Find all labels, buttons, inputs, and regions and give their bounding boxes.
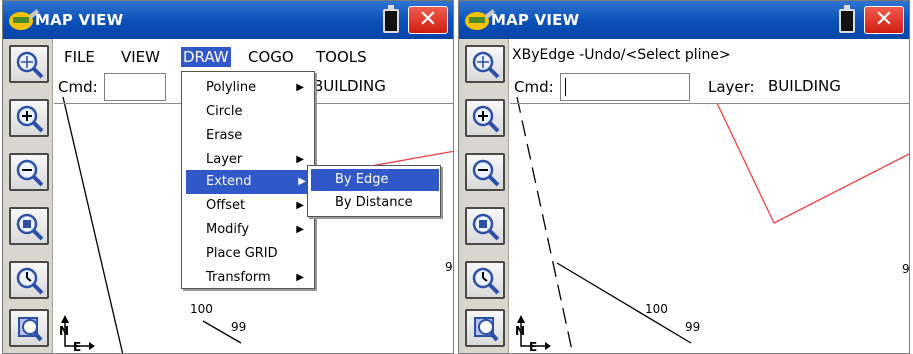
layer-label: Layer: (708, 78, 755, 96)
menu-view[interactable]: VIEW (119, 47, 162, 67)
submenu-item-by-edge[interactable]: By Edge (311, 169, 439, 191)
menu-item-polyline[interactable]: Polyline ▶ (182, 76, 314, 100)
layer-value[interactable]: BUILDING (313, 77, 386, 95)
menu-item-place-grid[interactable]: Place GRID (182, 242, 314, 266)
cmd-label: Cmd: (514, 78, 554, 96)
canvas-border (510, 103, 909, 353)
menu-item-offset[interactable]: Offset ▶ (182, 194, 314, 218)
menu-tools[interactable]: TOOLS (314, 47, 369, 67)
extend-submenu: By Edge By Distance (307, 165, 441, 217)
menu-item-circle[interactable]: Circle (182, 100, 314, 124)
draw-dropdown-menu: Polyline ▶ Circle Erase Layer ▶ Extend ▶ Of… (181, 71, 315, 289)
cmd-input[interactable] (104, 73, 166, 101)
command-prompt: XByEdge -Undo/<Select pline> (512, 47, 731, 63)
left-screen: MAP VIEW ✕ 100 99 9 N E FILE VIEW DRAW C… (2, 0, 454, 354)
right-screen: MAP VIEW ✕ 100 99 9 N E XByEdge -Undo/<S… (458, 0, 910, 354)
cmd-label: Cmd: (58, 78, 98, 96)
menu-item-extend[interactable]: Extend ▶ (186, 170, 312, 194)
cmd-input[interactable] (560, 73, 690, 101)
menu-item-transform[interactable]: Transform ▶ (182, 266, 314, 290)
submenu-item-by-distance[interactable]: By Distance (311, 192, 439, 214)
menu-cogo[interactable]: COGO (246, 47, 296, 67)
text-cursor (565, 78, 566, 96)
menu-draw[interactable]: DRAW (181, 47, 231, 67)
menu-file[interactable]: FILE (62, 47, 97, 67)
menu-item-modify[interactable]: Modify ▶ (182, 218, 314, 242)
command-row: Cmd: Layer: BUILDING (512, 73, 905, 101)
menu-item-erase[interactable]: Erase (182, 124, 314, 148)
menu-item-layer[interactable]: Layer ▶ (182, 148, 314, 172)
layer-value[interactable]: BUILDING (768, 77, 841, 95)
